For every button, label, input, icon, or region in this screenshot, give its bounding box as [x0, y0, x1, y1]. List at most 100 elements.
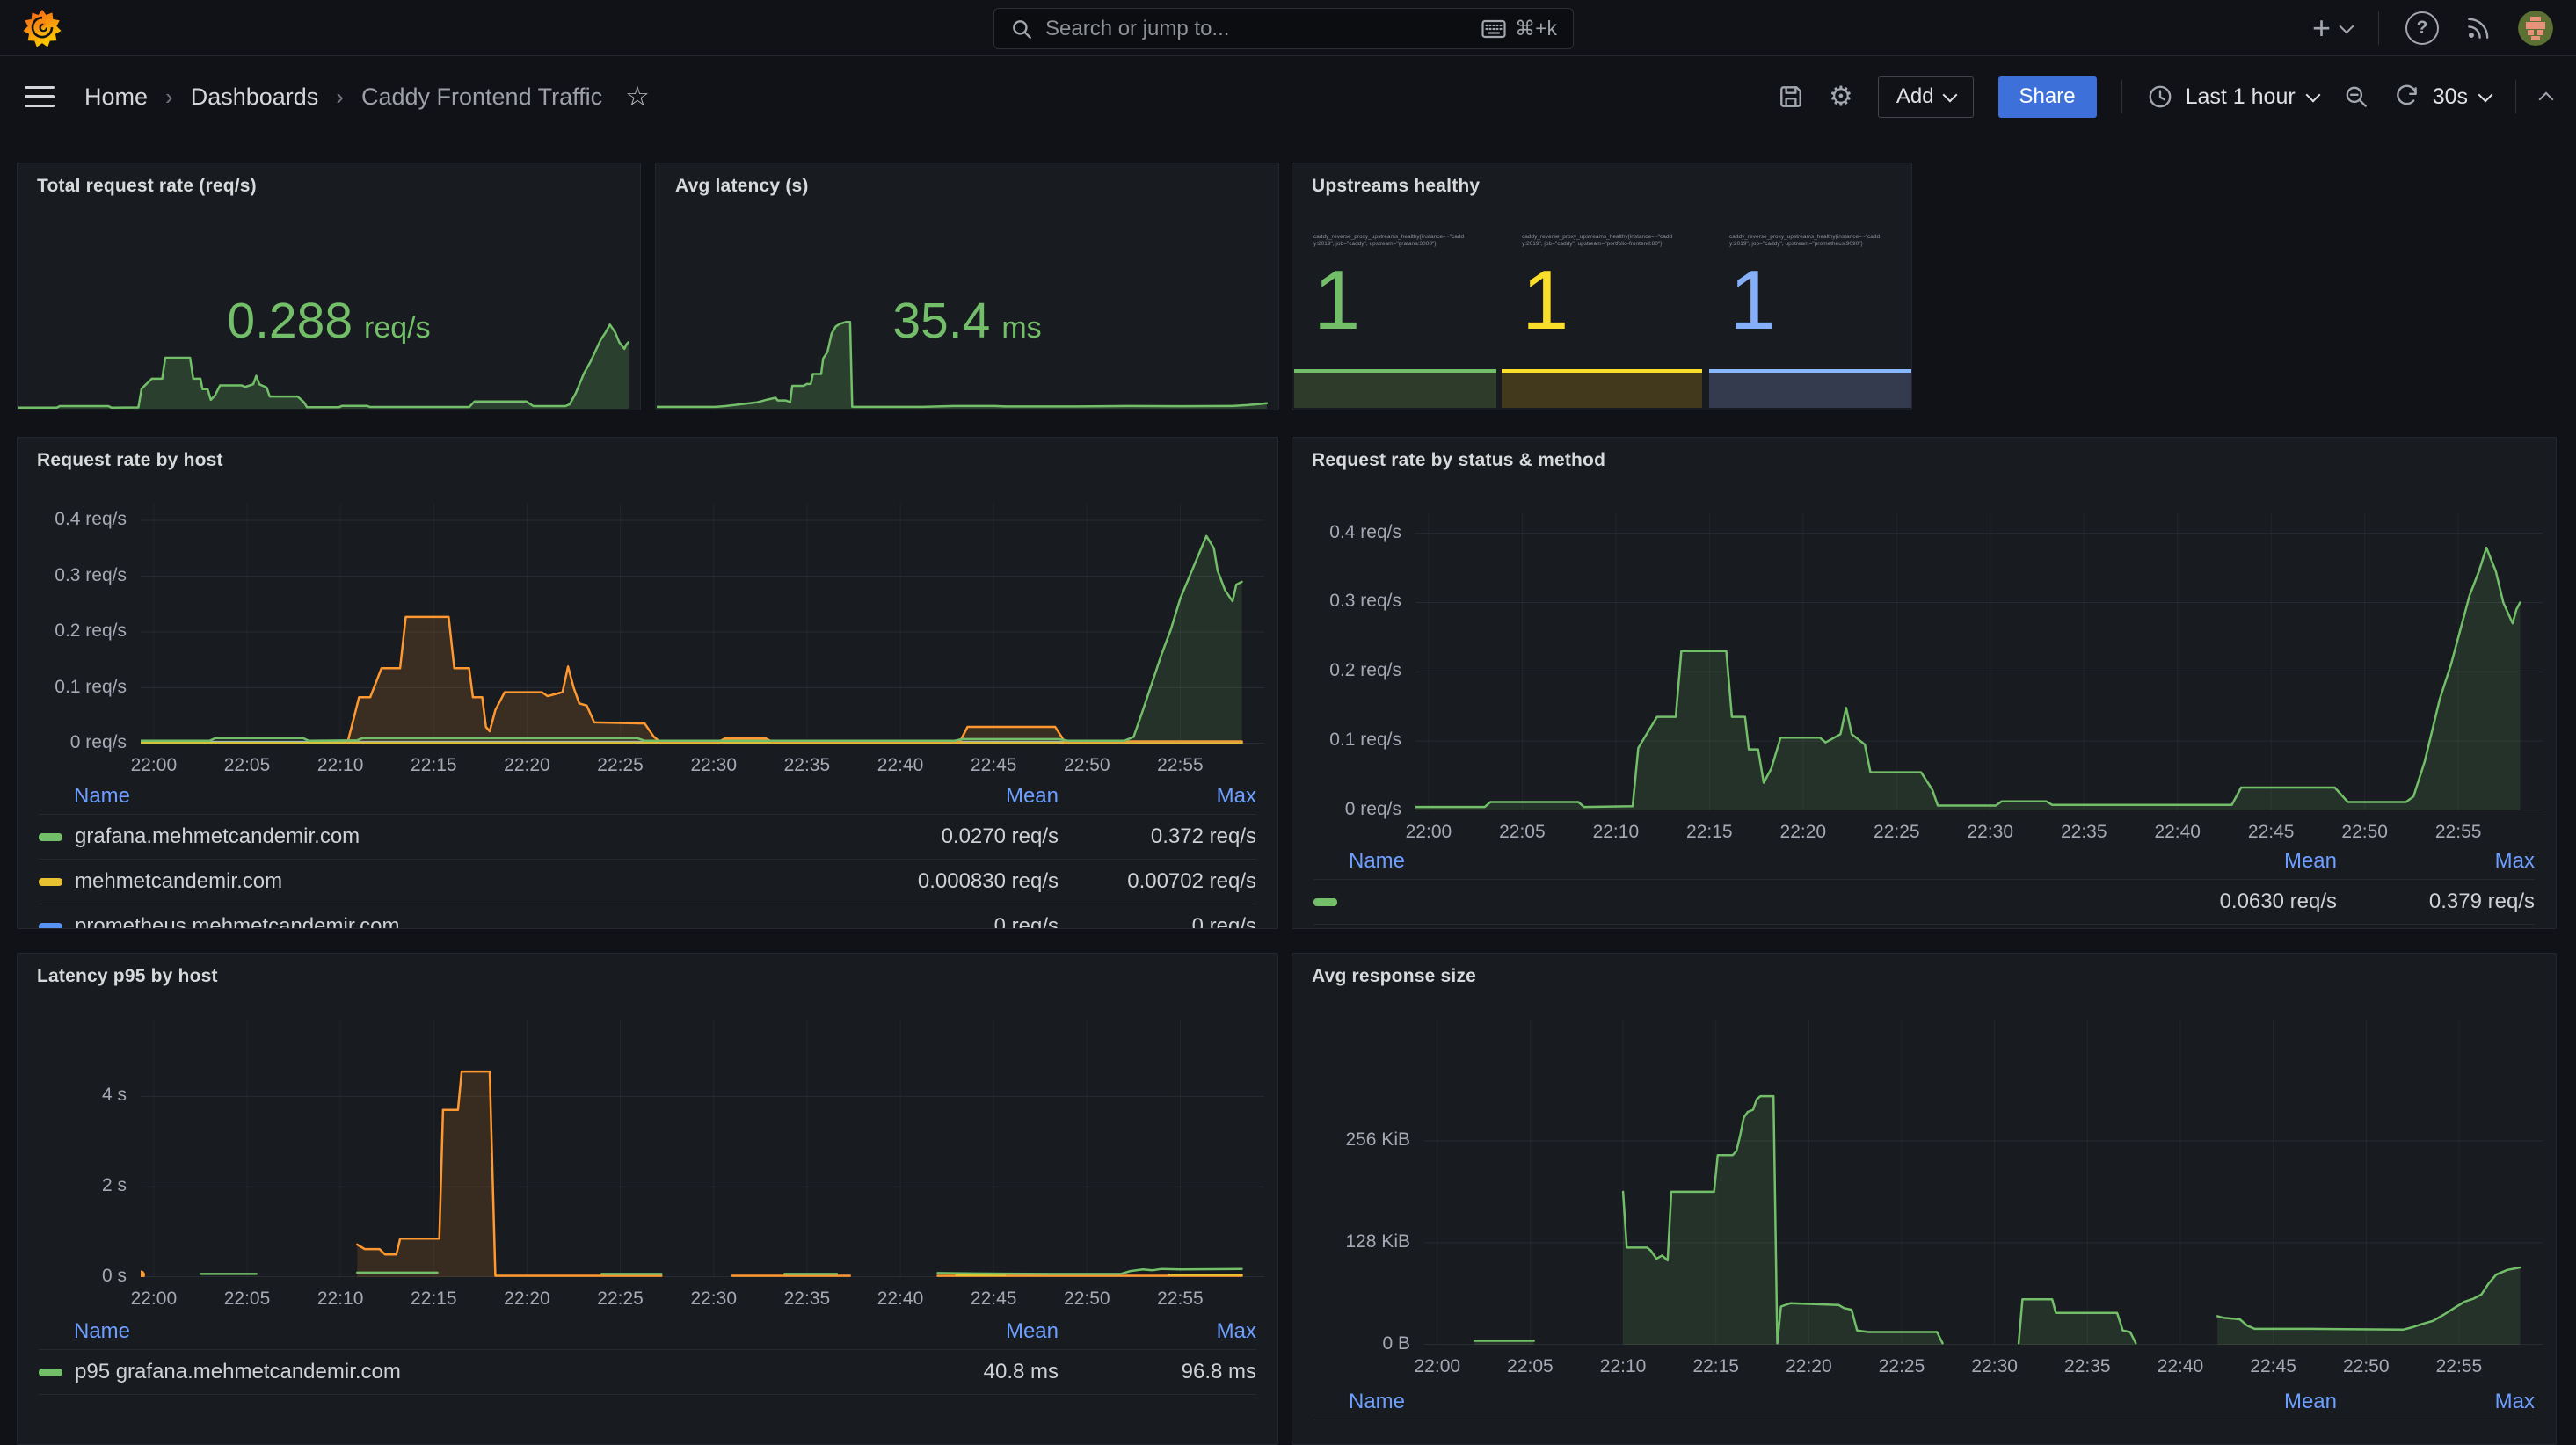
- stat-unit: ms: [1001, 311, 1041, 345]
- search-icon: [1010, 18, 1033, 40]
- panel-title[interactable]: Request rate by host: [37, 450, 223, 471]
- add-button[interactable]: Add: [1878, 76, 1974, 118]
- news-rss-icon[interactable]: [2465, 15, 2492, 41]
- y-axis-tick: 0.3 req/s: [18, 564, 127, 587]
- legend-header-max[interactable]: Max: [2337, 849, 2535, 874]
- legend-series[interactable]: p95 grafana.mehmetcandemir.com: [39, 1360, 830, 1384]
- legend-table: Name Mean Max 0.0630 req/s 0.379 req/s: [1313, 844, 2535, 925]
- x-axis-tick: 22:40: [2125, 821, 2230, 844]
- x-axis-tick: 22:05: [194, 754, 300, 777]
- x-axis-tick: 22:25: [1844, 821, 1949, 844]
- legend-header-name[interactable]: Name: [39, 784, 830, 809]
- favorite-star-icon[interactable]: ☆: [625, 81, 650, 113]
- refresh-icon: [2394, 84, 2420, 110]
- series-color-pill: [39, 833, 62, 841]
- x-axis-tick: 22:00: [1376, 821, 1481, 844]
- zoom-out-icon[interactable]: [2343, 84, 2369, 110]
- series-color-pill: [39, 1369, 62, 1376]
- x-axis-tick: 22:00: [101, 754, 207, 777]
- x-axis-tick: 22:35: [2031, 821, 2136, 844]
- x-axis-tick: 22:15: [381, 1288, 486, 1311]
- panel-title[interactable]: Avg response size: [1312, 966, 1476, 987]
- panel-avg-latency: Avg latency (s) 35.4 ms: [655, 163, 1279, 410]
- x-axis-tick: 22:55: [2405, 821, 2511, 844]
- x-axis-tick: 22:25: [568, 1288, 673, 1311]
- legend-series[interactable]: [1313, 898, 2108, 906]
- breadcrumb-dashboards[interactable]: Dashboards: [191, 84, 319, 111]
- search-shortcut: ⌘+k: [1481, 17, 1557, 40]
- y-axis-tick: 0.1 req/s: [18, 676, 127, 699]
- x-axis-tick: 22:05: [194, 1288, 300, 1311]
- legend-header-max[interactable]: Max: [2337, 1390, 2535, 1414]
- divider: [2378, 11, 2379, 45]
- series-color-pill: [39, 923, 62, 930]
- panel-title[interactable]: Request rate by status & method: [1312, 450, 1605, 471]
- legend-max-value: 0.00702 req/s: [1059, 869, 1256, 894]
- legend-row: p95 grafana.mehmetcandemir.com 40.8 ms 9…: [39, 1350, 1256, 1395]
- legend-header-name[interactable]: Name: [39, 1319, 830, 1344]
- legend-mean-value: 40.8 ms: [830, 1360, 1059, 1384]
- stat-value-group: 35.4 ms: [656, 292, 1278, 350]
- collapse-up-icon[interactable]: [2541, 89, 2551, 105]
- legend-header-mean[interactable]: Mean: [830, 1319, 1059, 1344]
- panel-title[interactable]: Upstreams healthy: [1312, 176, 1480, 197]
- legend-series[interactable]: grafana.mehmetcandemir.com: [39, 824, 830, 849]
- x-axis-tick: 22:00: [101, 1288, 207, 1311]
- grafana-logo[interactable]: [23, 9, 62, 47]
- new-dashboard-button[interactable]: +: [2312, 12, 2352, 44]
- chart-canvas[interactable]: [141, 1020, 1264, 1277]
- legend-table: Name Mean Max: [1313, 1384, 2535, 1420]
- breadcrumb-home[interactable]: Home: [84, 84, 148, 111]
- x-axis-tick: 22:00: [1385, 1355, 1490, 1378]
- x-axis-tick: 22:10: [1563, 821, 1669, 844]
- legend-row: grafana.mehmetcandemir.com 0.0270 req/s …: [39, 815, 1256, 860]
- legend-header-name[interactable]: Name: [1313, 849, 2108, 874]
- x-axis-tick: 22:20: [1756, 1355, 1861, 1378]
- chart-canvas[interactable]: [1424, 1020, 2543, 1345]
- dashboard-settings-gear-icon[interactable]: ⚙: [1829, 81, 1853, 113]
- x-axis-tick: 22:55: [1127, 1288, 1233, 1311]
- x-axis-tick: 22:40: [848, 754, 953, 777]
- legend-header-mean[interactable]: Mean: [2108, 849, 2337, 874]
- x-axis-tick: 22:15: [1656, 821, 1762, 844]
- chart-canvas[interactable]: [141, 504, 1264, 744]
- legend-header-max[interactable]: Max: [1059, 1319, 1256, 1344]
- legend-header-max[interactable]: Max: [1059, 784, 1256, 809]
- menu-toggle[interactable]: [25, 86, 55, 108]
- search-input[interactable]: Search or jump to... ⌘+k: [993, 8, 1574, 49]
- save-dashboard-button[interactable]: [1778, 84, 1804, 110]
- panel-request-rate-by-host: Request rate by host 22:0022:0522:1022:1…: [17, 437, 1278, 929]
- legend-header-mean[interactable]: Mean: [830, 784, 1059, 809]
- refresh-controls[interactable]: 30s: [2394, 84, 2491, 110]
- x-axis-tick: 22:10: [287, 1288, 393, 1311]
- y-axis-tick: 256 KiB: [1292, 1129, 1410, 1151]
- y-axis-tick: 0.4 req/s: [1292, 521, 1401, 544]
- share-button[interactable]: Share: [1998, 76, 2097, 118]
- stat-value: 0.288: [227, 292, 353, 350]
- chevron-down-icon: [2340, 18, 2354, 33]
- x-axis-tick: 22:50: [1034, 754, 1139, 777]
- x-axis-tick: 22:25: [568, 754, 673, 777]
- legend-series[interactable]: mehmetcandemir.com: [39, 869, 830, 894]
- x-axis-tick: 22:35: [2034, 1355, 2140, 1378]
- chevron-down-icon: [1942, 88, 1957, 103]
- help-icon[interactable]: ?: [2405, 11, 2439, 45]
- breadcrumb-separator: ›: [336, 84, 344, 111]
- legend-header-name[interactable]: Name: [1313, 1390, 2108, 1414]
- legend-series[interactable]: prometheus.mehmetcandemir.com: [39, 914, 830, 929]
- user-avatar[interactable]: [2518, 11, 2553, 46]
- panel-title[interactable]: Avg latency (s): [675, 176, 809, 197]
- stat-value: 35.4: [892, 292, 990, 350]
- x-axis-tick: 22:05: [1469, 821, 1575, 844]
- panel-title[interactable]: Latency p95 by host: [37, 966, 218, 987]
- chart-canvas[interactable]: [1415, 512, 2543, 810]
- time-range-picker[interactable]: Last 1 hour: [2147, 84, 2318, 110]
- legend-max-value: 0.379 req/s: [2337, 890, 2535, 914]
- x-axis-tick: 22:35: [754, 1288, 860, 1311]
- legend-header-mean[interactable]: Mean: [2108, 1390, 2337, 1414]
- panel-title[interactable]: Total request rate (req/s): [37, 176, 257, 197]
- clock-icon: [2147, 84, 2173, 110]
- y-axis-tick: 0.1 req/s: [1292, 729, 1401, 752]
- divider: [2515, 80, 2516, 113]
- legend-row: mehmetcandemir.com 0.000830 req/s 0.0070…: [39, 860, 1256, 904]
